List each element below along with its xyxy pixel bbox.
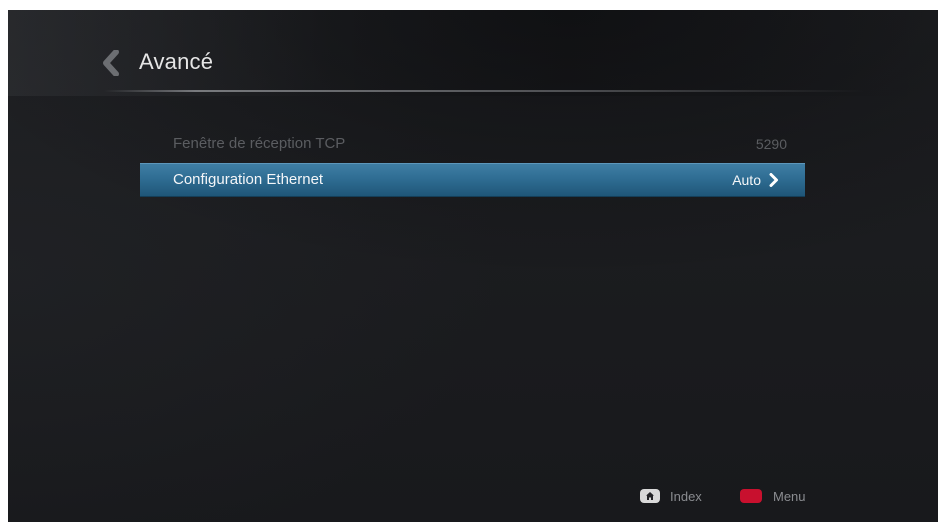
setting-row-tcp-window[interactable]: Fenêtre de réception TCP 5290 bbox=[140, 127, 805, 161]
settings-list: Fenêtre de réception TCP 5290 Configurat… bbox=[140, 127, 805, 199]
header-divider bbox=[104, 90, 864, 92]
index-hint-label[interactable]: Index bbox=[670, 489, 702, 504]
red-button-icon bbox=[740, 489, 762, 503]
page-title: Avancé bbox=[139, 49, 214, 74]
setting-row-ethernet-config[interactable]: Configuration Ethernet Auto bbox=[140, 163, 805, 197]
header: Avancé bbox=[8, 10, 938, 96]
setting-label: Configuration Ethernet bbox=[173, 171, 324, 188]
menu-hint-label[interactable]: Menu bbox=[773, 489, 806, 504]
setting-value: 5290 bbox=[755, 136, 787, 152]
back-chevron-icon[interactable] bbox=[101, 49, 123, 77]
tv-screen: Avancé Fenêtre de réception TCP 5290 Con… bbox=[8, 10, 938, 522]
home-icon bbox=[640, 489, 660, 503]
footer-hints: Index Menu bbox=[8, 486, 938, 506]
setting-label: Fenêtre de réception TCP bbox=[173, 135, 346, 152]
setting-value: Auto bbox=[732, 172, 761, 188]
chevron-right-icon bbox=[769, 173, 779, 187]
